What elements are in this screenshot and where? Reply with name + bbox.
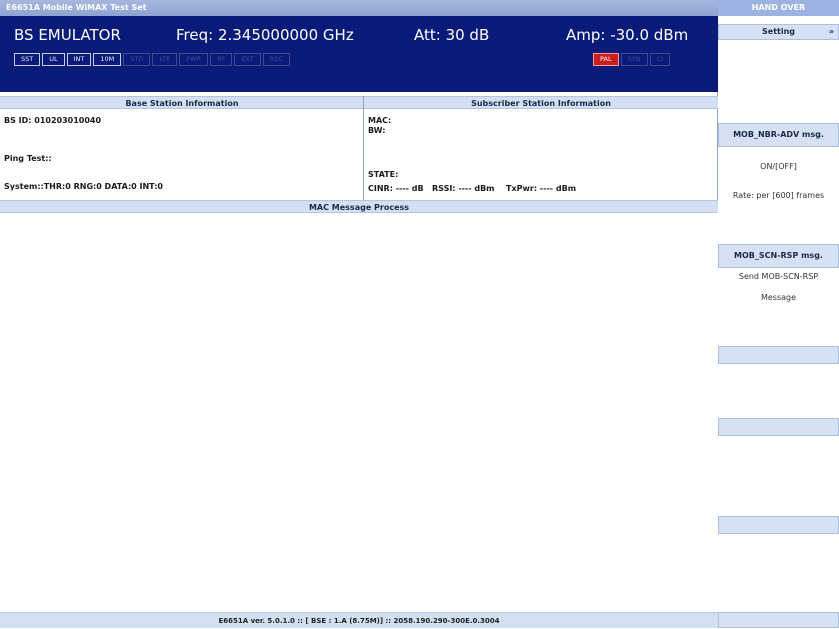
handover-title: HAND OVER: [718, 0, 839, 16]
indicator-10m: 10M: [93, 53, 122, 66]
indicator-dim: LTE: [152, 53, 178, 66]
indicator-dim: STD: [123, 53, 151, 66]
system-stats: System::THR:0 RNG:0 DATA:0 INT:0: [4, 182, 163, 191]
setting-label: Setting: [762, 27, 795, 36]
mac-process-title: MAC Message Process: [0, 200, 718, 213]
softkey-empty[interactable]: [718, 612, 839, 628]
ping-test: Ping Test::: [4, 154, 52, 163]
softkey-empty[interactable]: [718, 346, 839, 364]
setting-button[interactable]: Setting »: [718, 24, 839, 40]
indicator-sst: SST: [14, 53, 41, 66]
emulator-header: BS EMULATOR Freq: 2.345000000 GHz Att: 3…: [0, 16, 718, 92]
status-indicator-row: SST UL INT 10M STD LTE PWR RF EXT RSC: [14, 53, 292, 66]
window-title: E6651A Mobile WiMAX Test Set: [0, 0, 718, 16]
mob-scn-rsp-button[interactable]: MOB_SCN-RSP msg.: [718, 244, 839, 268]
indicator-dim: RSC: [262, 53, 290, 66]
ss-info-title: Subscriber Station Information: [364, 96, 718, 109]
info-divider: [363, 96, 364, 200]
ss-txpwr: TxPwr: ---- dBm: [506, 184, 577, 193]
ss-bw: BW:: [368, 126, 386, 135]
version-footer: E6651A ver. 5.0.1.0 :: [ BSE : 1.A (8.75…: [0, 612, 718, 628]
indicator-dim: SYN: [620, 53, 648, 66]
nbr-rate-value[interactable]: Rate: per [600] frames: [718, 191, 839, 203]
indicator-int: INT: [66, 53, 92, 66]
frequency-readout[interactable]: Freq: 2.345000000 GHz: [176, 26, 354, 44]
ss-mac: MAC:: [368, 116, 392, 125]
indicator-dim: CI: [649, 53, 671, 66]
softkey-empty[interactable]: [718, 516, 839, 534]
indicator-ul: UL: [42, 53, 65, 66]
alarm-indicator-row: PAL SYN CI: [593, 53, 672, 66]
mac-message-log[interactable]: [0, 213, 718, 612]
amplitude-readout[interactable]: Amp: -30.0 dBm: [566, 26, 688, 44]
main-panel: E6651A Mobile WiMAX Test Set BS EMULATOR…: [0, 0, 718, 628]
nbr-toggle-value[interactable]: ON/[OFF]: [718, 162, 839, 174]
indicator-dim: PWR: [179, 53, 209, 66]
indicator-dim: RF: [210, 53, 233, 66]
indicator-alarm: PAL: [593, 53, 619, 66]
mob-nbr-adv-button[interactable]: MOB_NBR-ADV msg.: [718, 123, 839, 147]
softkey-empty[interactable]: [718, 418, 839, 436]
mode-label: BS EMULATOR: [14, 26, 121, 44]
chevron-right-icon: »: [828, 27, 834, 36]
softkey-panel: HAND OVER Setting » MOB_NBR-ADV msg. ON/…: [718, 0, 839, 628]
bs-info-title: Base Station Information: [0, 96, 364, 109]
scn-send-line1[interactable]: Send MOB-SCN-RSP: [718, 272, 839, 284]
attenuation-readout[interactable]: Att: 30 dB: [414, 26, 489, 44]
ss-rssi: RSSI: ---- dBm: [432, 184, 495, 193]
bs-id: BS ID: 010203010040: [4, 116, 102, 125]
ss-state: STATE:: [368, 170, 399, 179]
ss-cinr: CINR: ---- dB: [368, 184, 424, 193]
scn-send-line2[interactable]: Message: [718, 293, 839, 305]
indicator-dim: EXT: [234, 53, 261, 66]
